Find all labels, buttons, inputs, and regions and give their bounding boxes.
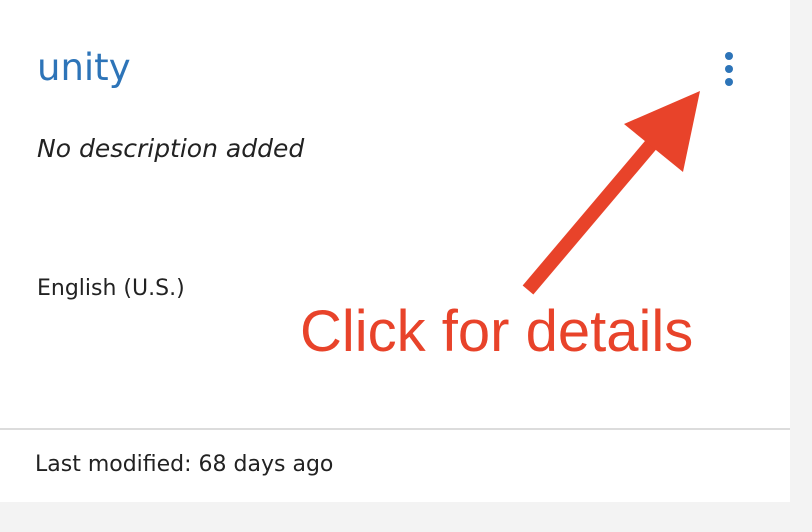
project-title[interactable]: unity (37, 46, 131, 90)
overflow-menu-button[interactable] (712, 44, 746, 92)
kebab-dot-icon (725, 78, 733, 86)
card-divider (0, 428, 790, 430)
project-card[interactable]: unity No description added English (U.S.… (0, 0, 790, 502)
project-description: No description added (37, 134, 305, 163)
last-modified-text: Last modified: 68 days ago (35, 452, 334, 477)
project-language: English (U.S.) (37, 276, 185, 301)
kebab-dot-icon (725, 65, 733, 73)
kebab-dot-icon (725, 52, 733, 60)
callout-text: Click for details (300, 299, 694, 364)
